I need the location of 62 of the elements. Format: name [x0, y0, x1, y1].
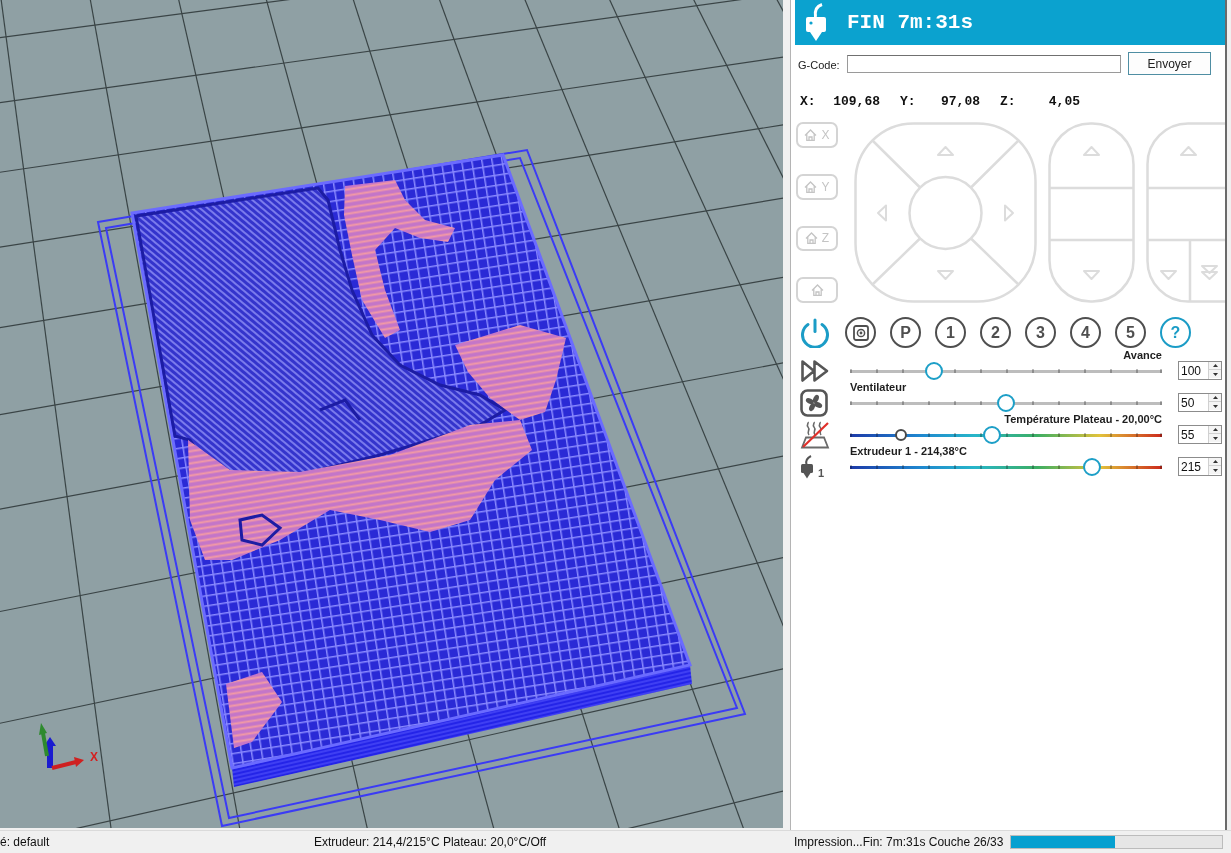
spin-up-button[interactable]	[1209, 458, 1221, 466]
axis-label: X	[90, 751, 98, 763]
home-icon	[804, 180, 818, 193]
caret-down-icon	[1212, 468, 1218, 472]
number-spinbox[interactable]: 100	[1178, 361, 1222, 380]
status-text: Extrudeur: 214,4/215°C Plateau: 20,0°C/Off	[314, 835, 547, 849]
caret-up-icon	[1212, 364, 1218, 367]
sd-card-icon	[852, 324, 869, 341]
caret-down-icon	[1212, 404, 1218, 408]
spin-up-button[interactable]	[1209, 394, 1221, 402]
send-button[interactable]: Envoyer	[1128, 52, 1211, 75]
circular-button[interactable]: 1	[935, 317, 966, 348]
home-icon	[804, 232, 818, 245]
spinbox-value: 55	[1181, 428, 1195, 441]
status-text: é: default	[0, 835, 50, 849]
number-spinbox[interactable]: 50	[1178, 393, 1222, 412]
header-title: FIN 7m:31s	[847, 12, 974, 33]
slider-label: Avance	[1123, 348, 1162, 362]
spin-up-button[interactable]	[1209, 426, 1221, 434]
circular-button[interactable]: 4	[1070, 317, 1101, 348]
field-label: G-Code:	[798, 58, 840, 71]
home-icon	[804, 128, 818, 141]
power-button[interactable]	[799, 317, 831, 348]
axis-gizmo-icon	[39, 723, 84, 770]
slider-label: Extrudeur 1 - 214,38°C	[850, 444, 967, 458]
number-spinbox[interactable]: 55	[1178, 425, 1222, 444]
number-spinbox[interactable]: 215	[1178, 457, 1222, 476]
circular-button[interactable]: 3	[1025, 317, 1056, 348]
axis-label: X:	[800, 94, 816, 109]
home-icon	[810, 284, 824, 297]
spinbox-value: 100	[1181, 364, 1202, 377]
spin-down-button[interactable]	[1209, 402, 1221, 410]
axis-label: Z:	[1000, 94, 1016, 109]
spinbox-value: 50	[1181, 396, 1195, 409]
status-text: Impression...Fin: 7m:31s Couche 26/33	[794, 836, 1004, 848]
spin-down-button[interactable]	[1209, 434, 1221, 442]
extruder-number: 1	[818, 468, 825, 479]
spin-down-button[interactable]	[1209, 370, 1221, 378]
slider-thumb[interactable]	[925, 362, 944, 380]
slider-label: Ventilateur	[850, 380, 907, 394]
gcode-input-field[interactable]	[847, 54, 1121, 73]
axis-label: Y:	[900, 94, 916, 109]
slider-thumb[interactable]	[1083, 458, 1102, 476]
circular-button[interactable]: 2	[980, 317, 1011, 348]
slider-thumb[interactable]	[982, 426, 1001, 444]
caret-down-icon	[1212, 372, 1218, 376]
caret-down-icon	[1212, 436, 1218, 440]
coordinate-value: 109,68	[833, 95, 880, 109]
spin-up-button[interactable]	[1209, 362, 1221, 370]
power-icon	[800, 317, 830, 348]
coordinate-value: 97,08	[941, 95, 980, 109]
caret-up-icon	[1212, 396, 1218, 399]
sd-card-button[interactable]	[845, 317, 876, 348]
spin-down-button[interactable]	[1209, 466, 1221, 474]
spinbox-value: 215	[1181, 460, 1202, 473]
caret-up-icon	[1212, 460, 1218, 463]
slider-thumb[interactable]	[997, 394, 1015, 412]
caret-up-icon	[1212, 428, 1218, 431]
coordinate-value: 4,05	[1048, 95, 1080, 109]
circular-button[interactable]: 5	[1115, 317, 1146, 348]
slider-label: Température Plateau - 20,00°C	[1004, 412, 1162, 426]
circular-button[interactable]: P	[890, 317, 921, 348]
